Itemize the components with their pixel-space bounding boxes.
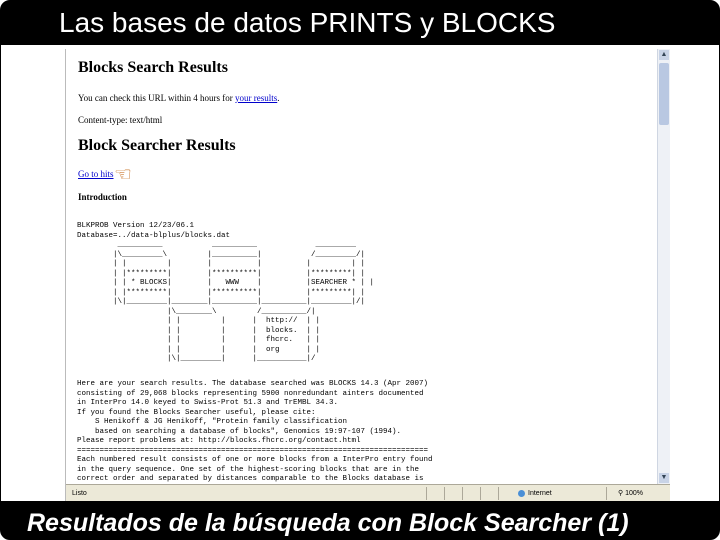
block-searcher-heading: Block Searcher Results xyxy=(78,137,236,154)
browser-status-bar: Listo Internet ⚲ 100% xyxy=(66,484,670,501)
goto-hits: Go to hits xyxy=(78,169,114,179)
browser-window: Blocks Search Results You can check this… xyxy=(65,49,670,501)
vertical-scrollbar[interactable]: ▲ ▼ xyxy=(657,49,670,484)
zoom-level[interactable]: ⚲ 100% xyxy=(618,485,643,501)
scroll-up-arrow-icon[interactable]: ▲ xyxy=(659,50,669,60)
status-text: Listo xyxy=(72,490,87,497)
zoom-label: 100% xyxy=(625,490,643,497)
page-content: Blocks Search Results You can check this… xyxy=(66,49,656,484)
scroll-thumb[interactable] xyxy=(659,63,669,125)
zone-label: Internet xyxy=(528,490,552,497)
content-type-text: Content-type: text/html xyxy=(78,115,163,125)
slide-frame: Las bases de datos PRINTS y BLOCKS Block… xyxy=(0,0,720,540)
magnifier-icon: ⚲ xyxy=(618,490,624,497)
page-heading: Blocks Search Results xyxy=(78,59,228,76)
slide-title: Las bases de datos PRINTS y BLOCKS xyxy=(1,1,719,45)
status-divider xyxy=(444,487,445,500)
blocks-ascii-banner: BLKPROB Version 12/23/06.1 Database=../d… xyxy=(77,222,375,363)
your-results-link[interactable]: your results xyxy=(235,93,277,103)
scroll-down-arrow-icon[interactable]: ▼ xyxy=(659,473,669,483)
status-divider xyxy=(606,487,607,500)
pointing-hand-icon[interactable]: ☜ xyxy=(114,165,132,185)
security-zone: Internet xyxy=(518,485,552,501)
goto-hits-link[interactable]: Go to hits xyxy=(78,169,114,179)
status-divider xyxy=(462,487,463,500)
globe-icon xyxy=(518,489,525,497)
check-url-text: You can check this URL within 4 hours fo… xyxy=(78,93,280,103)
status-divider xyxy=(426,487,427,500)
check-url-suffix: . xyxy=(277,93,280,103)
search-results-text: Here are your search results. The databa… xyxy=(77,380,433,483)
status-divider xyxy=(480,487,481,500)
status-divider xyxy=(498,487,499,500)
slide-caption: Resultados de la búsqueda con Block Sear… xyxy=(1,501,719,539)
introduction-heading: Introduction xyxy=(78,192,127,202)
check-url-label: You can check this URL within 4 hours fo… xyxy=(78,93,235,103)
